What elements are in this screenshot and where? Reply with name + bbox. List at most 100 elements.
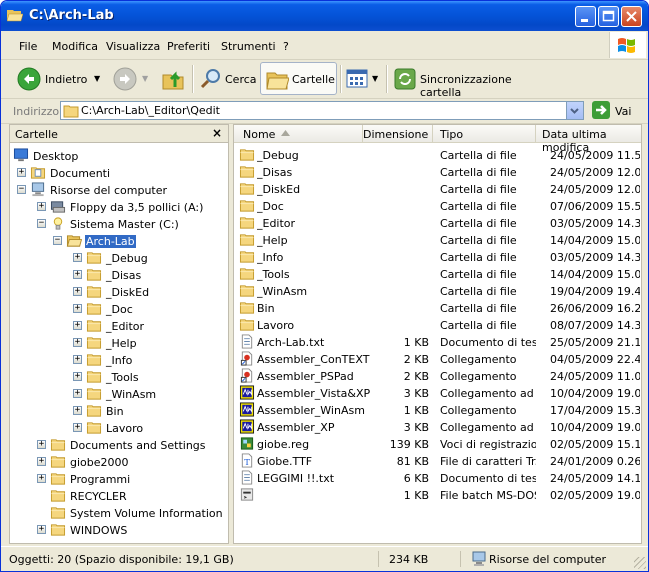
tree-item[interactable]: + Lavoro — [10, 419, 228, 436]
file-row[interactable]: _Debug Cartella di file 24/05/2009 11.53 — [234, 146, 641, 163]
close-button[interactable] — [621, 6, 642, 27]
expand-icon[interactable]: + — [73, 406, 82, 415]
tree-item[interactable]: + Documents and Settings — [10, 436, 228, 453]
expand-icon[interactable]: + — [37, 202, 46, 211]
file-row[interactable]: Bin Cartella di file 26/06/2009 16.27 — [234, 299, 641, 316]
tree-item[interactable]: RECYCLER — [10, 487, 228, 504]
menu-visualizza[interactable]: Visualizza — [106, 40, 160, 53]
address-dropdown-button[interactable] — [566, 102, 583, 119]
folder-icon — [239, 200, 255, 212]
tree-item[interactable]: + _Disas — [10, 266, 228, 283]
file-row[interactable]: Assembler_Vista&XP 3 KB Collegamento ad ..… — [234, 384, 641, 401]
folder-icon — [239, 302, 255, 314]
tree-item[interactable]: + Bin — [10, 402, 228, 419]
folder-icon — [86, 354, 102, 366]
tree-item[interactable]: + _Info — [10, 351, 228, 368]
file-row[interactable]: _DiskEd Cartella di file 24/05/2009 12.03 — [234, 180, 641, 197]
tree-item[interactable]: − Arch-Lab — [10, 232, 228, 249]
file-row[interactable]: Assembler_XP 3 KB Collegamento ad ... 10/04… — [234, 418, 641, 435]
expand-icon[interactable]: + — [73, 304, 82, 313]
file-row[interactable]: Assembler_PSPad 2 KB Collegamento 24/05/200… — [234, 367, 641, 384]
column-header-name[interactable]: Nome — [234, 125, 363, 142]
expand-icon[interactable]: + — [37, 474, 46, 483]
file-row[interactable]: T Giobe.TTF 81 KB File di caratteri Tr... 24… — [234, 452, 641, 469]
folders-button[interactable]: Cartelle — [260, 62, 337, 95]
expand-icon[interactable]: + — [73, 355, 82, 364]
menu-preferiti[interactable]: Preferiti — [167, 40, 210, 53]
file-row[interactable]: _Editor Cartella di file 03/05/2009 14.30 — [234, 214, 641, 231]
menu-file[interactable]: File — [19, 40, 37, 53]
tree-item[interactable]: + _Editor — [10, 317, 228, 334]
file-row[interactable]: _Disas Cartella di file 24/05/2009 12.00 — [234, 163, 641, 180]
maximize-button[interactable] — [598, 6, 619, 27]
file-row[interactable]: Assembler_ConTEXT 2 KB Collegamento 04/05/2… — [234, 350, 641, 367]
tree-item[interactable]: + _DiskEd — [10, 283, 228, 300]
expand-icon[interactable]: + — [37, 457, 46, 466]
address-input[interactable]: C:\Arch-Lab\_Editor\Qedit — [60, 101, 584, 120]
search-button[interactable]: Cerca — [197, 64, 257, 94]
file-row[interactable]: Lavoro Cartella di file 08/07/2009 14.39 — [234, 316, 641, 333]
folder-icon — [239, 149, 255, 161]
go-label[interactable]: Vai — [615, 105, 631, 118]
tree-item[interactable]: − Sistema Master (C:) — [10, 215, 228, 232]
tree-item[interactable]: System Volume Information — [10, 504, 228, 521]
go-button[interactable] — [592, 101, 610, 119]
file-name: LEGGIMI !!.txt — [257, 472, 335, 485]
file-type: Collegamento — [440, 370, 517, 383]
expand-icon[interactable]: + — [73, 423, 82, 432]
file-row[interactable]: LEGGIMI !!.txt 6 KB Documento di testo 24/0… — [234, 469, 641, 486]
tree-item[interactable]: + _Tools — [10, 368, 228, 385]
tree-item[interactable]: Desktop — [10, 147, 228, 164]
expand-icon[interactable]: + — [73, 270, 82, 279]
expand-icon[interactable]: + — [37, 440, 46, 449]
column-header-size[interactable]: Dimensione — [363, 125, 433, 142]
expand-icon[interactable]: + — [73, 372, 82, 381]
collapse-icon[interactable]: − — [17, 185, 26, 194]
forward-dropdown-icon[interactable]: ▼ — [142, 74, 148, 83]
expand-icon[interactable]: + — [73, 389, 82, 398]
tree-item[interactable]: + _WinAsm — [10, 385, 228, 402]
tree-item[interactable]: + _Help — [10, 334, 228, 351]
tree-item[interactable]: + Documenti — [10, 164, 228, 181]
file-row[interactable]: Arch-Lab.txt 1 KB Documento di testo 25/05/… — [234, 333, 641, 350]
file-row[interactable]: _Info Cartella di file 03/05/2009 14.36 — [234, 248, 641, 265]
expand-icon[interactable]: + — [17, 168, 26, 177]
title-bar[interactable]: C:\Arch-Lab — [1, 1, 648, 31]
file-row[interactable]: Assembler_WinAsm 1 KB Collegamento 17/04/20… — [234, 401, 641, 418]
expand-icon[interactable]: + — [73, 321, 82, 330]
file-row[interactable]: giobe.reg 139 KB Voci di registrazione 02/0… — [234, 435, 641, 452]
back-dropdown-icon[interactable]: ▼ — [94, 74, 100, 83]
expand-icon[interactable]: + — [73, 287, 82, 296]
tree-item[interactable]: + WINDOWS — [10, 521, 228, 538]
file-row[interactable]: _Doc Cartella di file 07/06/2009 15.54 — [234, 197, 641, 214]
menu-help[interactable]: ? — [283, 40, 289, 53]
up-folder-button[interactable] — [159, 64, 187, 94]
menu-strumenti[interactable]: Strumenti — [221, 40, 276, 53]
column-header-date[interactable]: Data ultima modifica — [536, 125, 641, 154]
expand-icon[interactable]: + — [73, 338, 82, 347]
sync-folder-button[interactable]: Sincronizzazione cartella — [391, 64, 551, 99]
file-row[interactable]: _Help Cartella di file 14/04/2009 15.06 — [234, 231, 641, 248]
expand-icon[interactable]: + — [37, 525, 46, 534]
tree-item[interactable]: + _Debug — [10, 249, 228, 266]
tree-item[interactable]: + Floppy da 3,5 pollici (A:) — [10, 198, 228, 215]
expand-icon[interactable]: + — [73, 253, 82, 262]
close-icon[interactable]: × — [212, 126, 222, 140]
forward-button[interactable]: ▼ — [109, 64, 153, 94]
views-dropdown-icon[interactable]: ▼ — [372, 74, 378, 83]
tree-item[interactable]: + giobe2000 — [10, 453, 228, 470]
file-row[interactable]: 1 KB File batch MS-DOS 02/05/2009 19.04 — [234, 486, 641, 503]
menu-modifica[interactable]: Modifica — [52, 40, 98, 53]
file-row[interactable]: _WinAsm Cartella di file 19/04/2009 19.49 — [234, 282, 641, 299]
collapse-icon[interactable]: − — [53, 236, 62, 245]
back-button[interactable]: Indietro ▼ — [13, 64, 105, 94]
resize-grip[interactable] — [634, 557, 646, 569]
tree-item[interactable]: − Risorse del computer — [10, 181, 228, 198]
file-row[interactable]: _Tools Cartella di file 14/04/2009 15.03 — [234, 265, 641, 282]
views-button[interactable]: ▼ — [344, 64, 382, 94]
collapse-icon[interactable]: − — [37, 219, 46, 228]
column-header-type[interactable]: Tipo — [433, 125, 536, 142]
tree-item[interactable]: + Programmi — [10, 470, 228, 487]
tree-item[interactable]: + _Doc — [10, 300, 228, 317]
minimize-button[interactable] — [575, 6, 596, 27]
